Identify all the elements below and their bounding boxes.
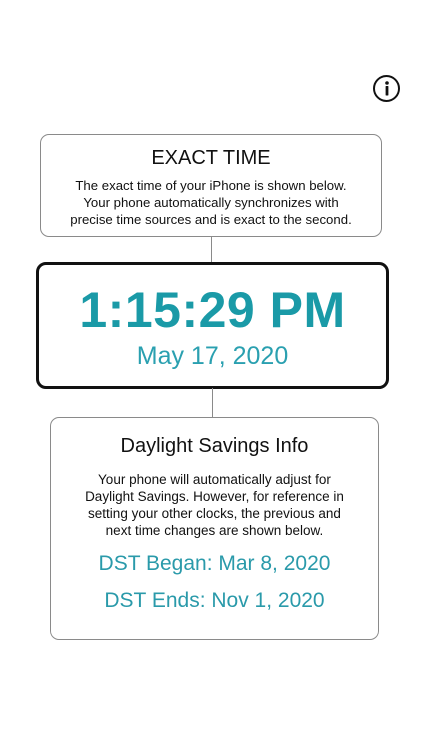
connector-line-top [211, 237, 212, 263]
exact-time-title: EXACT TIME [151, 147, 271, 169]
dst-info-card: Daylight Savings Info Your phone will au… [50, 417, 379, 640]
dst-ends-date: DST Ends: Nov 1, 2020 [104, 589, 325, 612]
current-time: 1:15:29 PM [79, 282, 346, 338]
dst-began-date: DST Began: Mar 8, 2020 [98, 552, 331, 575]
dst-description: Your phone will automatically adjust for… [85, 472, 344, 538]
connector-line-bottom [212, 388, 213, 417]
app-screen: EXACT TIME The exact time of your iPhone… [0, 0, 422, 750]
info-glyph [384, 81, 389, 96]
info-icon[interactable] [373, 75, 400, 102]
exact-time-description: The exact time of your iPhone is shown b… [70, 178, 352, 227]
exact-time-card: EXACT TIME The exact time of your iPhone… [40, 134, 382, 237]
current-date: May 17, 2020 [136, 342, 289, 370]
dst-title: Daylight Savings Info [120, 435, 309, 457]
clock-card: 1:15:29 PM May 17, 2020 [36, 262, 389, 389]
